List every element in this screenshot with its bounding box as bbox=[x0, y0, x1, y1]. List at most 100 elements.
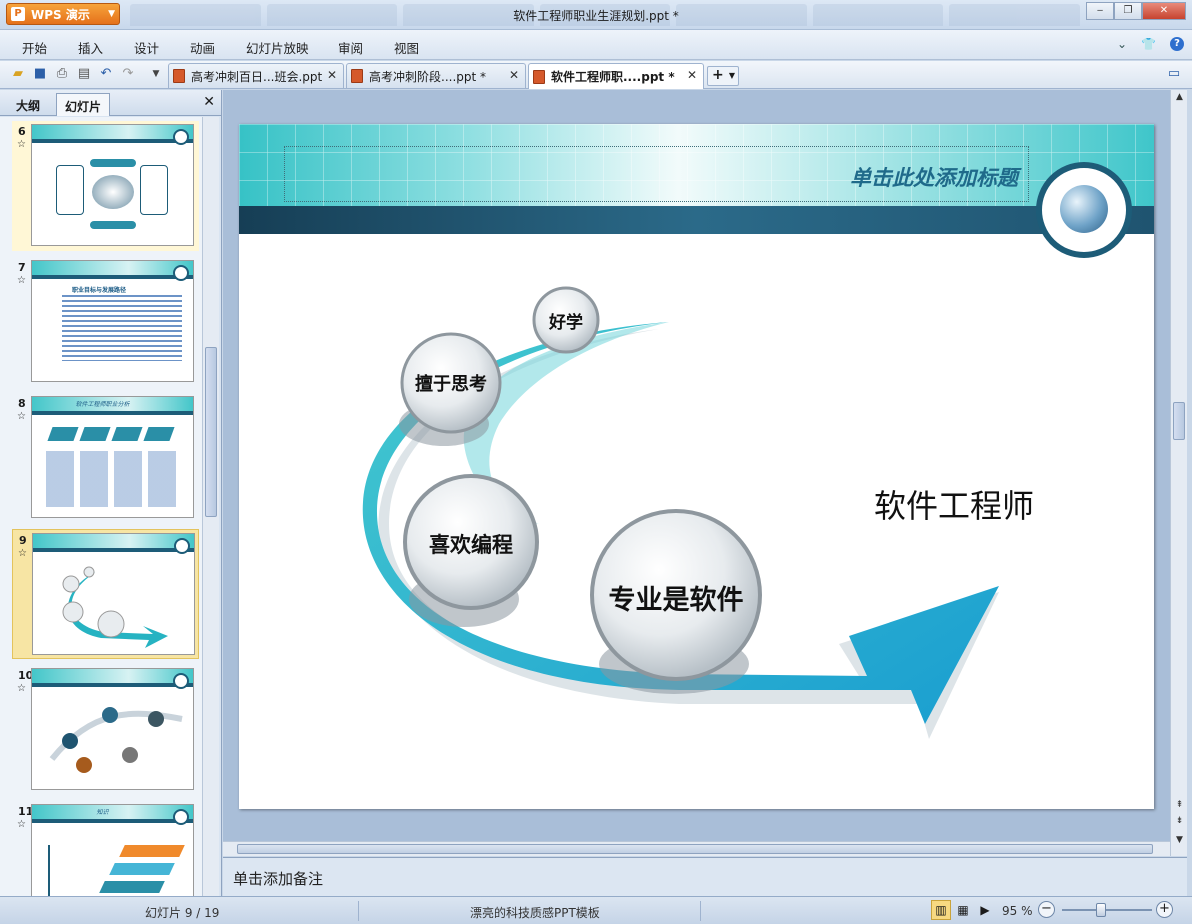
chevron-down-icon: ▼ bbox=[728, 71, 735, 80]
thumbnail-slide-7[interactable]: 7 ☆ 职业目标与发展路径 bbox=[12, 257, 199, 387]
new-tab-button[interactable]: + ▼ bbox=[707, 66, 739, 86]
scroll-thumb[interactable] bbox=[237, 844, 1153, 854]
doc-tab-3-active[interactable]: 软件工程师职....ppt * ✕ bbox=[528, 63, 704, 89]
slide-thumbnail-image bbox=[32, 533, 195, 655]
zoom-in-button[interactable]: + bbox=[1156, 901, 1173, 918]
slideshow-view-icon[interactable]: ▶ bbox=[975, 900, 995, 920]
status-bar: 幻灯片 9 / 19 漂亮的科技质感PPT模板 ▥ ▦ ▶ 95 % − + bbox=[0, 896, 1192, 924]
pane-tabs: 大纲 幻灯片 ✕ bbox=[0, 90, 221, 116]
scroll-thumb[interactable] bbox=[205, 347, 217, 517]
thumb-heading: 软件工程师职业分析 bbox=[75, 401, 130, 408]
slide-number: 9 bbox=[19, 534, 27, 547]
slide-editor: 单击此处添加标题 好学 擅于思考 喜欢编程 专业是软件 软件工程师 bbox=[223, 90, 1170, 856]
slide-thumbnail-image: 软件工程师职业分析 bbox=[31, 396, 194, 518]
print-preview-icon[interactable]: ▤ bbox=[76, 66, 92, 82]
thumbnail-scrollbar[interactable] bbox=[202, 117, 219, 896]
thumbnail-slide-9-selected[interactable]: 9 ☆ bbox=[12, 529, 199, 659]
undo-icon[interactable]: ↶ bbox=[98, 66, 114, 82]
zoom-slider-handle[interactable] bbox=[1096, 903, 1106, 917]
quick-toolbar: ▰ ■ ⎙ ▤ ↶ ↷ ▼ 高考冲刺百日...班会.ppt ✕ 高考冲刺阶段..… bbox=[0, 61, 1192, 89]
scroll-thumb[interactable] bbox=[1173, 402, 1185, 440]
menu-insert[interactable]: 插入 bbox=[78, 38, 103, 57]
slide-pane: 大纲 幻灯片 ✕ 6 ☆ 7 ☆ 职业目标与发展路径 8 ☆ 软件工程师职业分析… bbox=[0, 90, 222, 896]
bubble-software-major[interactable]: 专业是软件 bbox=[596, 578, 756, 617]
redo-icon[interactable]: ↷ bbox=[120, 66, 136, 82]
slide-thumbnail-image bbox=[31, 668, 194, 790]
animation-star-icon: ☆ bbox=[17, 411, 26, 422]
prev-slide-icon[interactable]: ⇞ bbox=[1171, 800, 1188, 810]
ppt-file-icon bbox=[533, 69, 545, 84]
slide-number: 8 bbox=[18, 397, 26, 410]
animation-star-icon: ☆ bbox=[17, 683, 26, 694]
help-icon[interactable]: ? bbox=[1170, 37, 1184, 51]
thumbnail-slide-10[interactable]: 10 ☆ bbox=[12, 665, 199, 795]
menu-animation[interactable]: 动画 bbox=[190, 38, 215, 57]
close-tab-icon[interactable]: ✕ bbox=[509, 68, 519, 82]
slide-number: 7 bbox=[18, 261, 26, 274]
animation-star-icon: ☆ bbox=[18, 548, 27, 559]
slide-thumbnail-image: 职业目标与发展路径 bbox=[31, 260, 194, 382]
doc-tab-2[interactable]: 高考冲刺阶段....ppt * ✕ bbox=[346, 63, 526, 88]
collapse-ribbon-icon[interactable]: ⌄ bbox=[1117, 37, 1127, 51]
window-layout-icon[interactable]: ▭ bbox=[1166, 66, 1182, 82]
editor-horizontal-scrollbar[interactable] bbox=[223, 841, 1170, 856]
customize-toolbar-icon[interactable]: ▼ bbox=[148, 66, 164, 82]
open-folder-icon[interactable]: ▰ bbox=[10, 66, 26, 82]
tab-outline[interactable]: 大纲 bbox=[8, 93, 48, 116]
thumbnail-slide-11[interactable]: 11 ☆ 知识 bbox=[12, 801, 199, 896]
zoom-out-button[interactable]: − bbox=[1038, 901, 1055, 918]
slide-sorter-icon[interactable]: ▦ bbox=[953, 900, 973, 920]
template-name: 漂亮的科技质感PPT模板 bbox=[470, 906, 600, 920]
animation-star-icon: ☆ bbox=[17, 275, 26, 286]
menu-view[interactable]: 视图 bbox=[394, 38, 419, 57]
swoosh-arrow-diagram bbox=[362, 286, 999, 739]
bubble-likes-programming[interactable]: 喜欢编程 bbox=[411, 529, 531, 559]
bubble-good-learner[interactable]: 好学 bbox=[536, 308, 596, 333]
close-pane-icon[interactable]: ✕ bbox=[203, 94, 215, 110]
software-engineer-label[interactable]: 软件工程师 bbox=[849, 481, 1059, 527]
bubble-good-thinker[interactable]: 擅于思考 bbox=[401, 370, 501, 396]
close-tab-icon[interactable]: ✕ bbox=[687, 68, 697, 82]
menu-slideshow[interactable]: 幻灯片放映 bbox=[246, 38, 309, 57]
ppt-file-icon bbox=[351, 69, 363, 83]
close-tab-icon[interactable]: ✕ bbox=[327, 68, 337, 82]
slide-thumbnail-image bbox=[31, 124, 194, 246]
slide-thumbnail-image: 知识 bbox=[31, 804, 194, 896]
notes-placeholder: 单击添加备注 bbox=[233, 870, 324, 888]
save-icon[interactable]: ■ bbox=[32, 66, 48, 82]
normal-view-icon[interactable]: ▥ bbox=[931, 900, 951, 920]
restore-button[interactable]: ❐ bbox=[1114, 2, 1142, 20]
next-slide-icon[interactable]: ⇟ bbox=[1171, 816, 1188, 826]
animation-star-icon: ☆ bbox=[17, 819, 26, 830]
minimize-button[interactable]: ‒ bbox=[1086, 2, 1114, 20]
editor-vertical-scrollbar[interactable]: ▲ ⇞ ⇟ ▼ bbox=[1170, 90, 1187, 856]
doc-tab-1[interactable]: 高考冲刺百日...班会.ppt ✕ bbox=[168, 63, 344, 88]
menu-design[interactable]: 设计 bbox=[134, 38, 159, 57]
animation-star-icon: ☆ bbox=[17, 139, 26, 150]
title-bar: P WPS 演示 ▼ 软件工程师职业生涯规划.ppt * ‒ ❐ ✕ bbox=[0, 0, 1192, 30]
window-title: 软件工程师职业生涯规划.ppt * bbox=[513, 9, 679, 23]
doc-tab-label: 高考冲刺阶段....ppt * bbox=[369, 69, 487, 84]
thumb-heading: 知识 bbox=[96, 809, 109, 816]
skin-shirt-icon[interactable]: 👕 bbox=[1141, 37, 1156, 51]
thumb-heading: 职业目标与发展路径 bbox=[72, 287, 127, 294]
zoom-level: 95 % bbox=[1002, 904, 1033, 918]
print-icon[interactable]: ⎙ bbox=[54, 66, 70, 82]
doc-tab-label: 高考冲刺百日...班会.ppt bbox=[191, 69, 323, 84]
thumbnail-list: 6 ☆ 7 ☆ 职业目标与发展路径 8 ☆ 软件工程师职业分析 9 ☆ 10 ☆… bbox=[0, 117, 202, 896]
notes-pane[interactable]: 单击添加备注 bbox=[223, 857, 1187, 896]
slide-number: 6 bbox=[18, 125, 26, 138]
thumbnail-slide-8[interactable]: 8 ☆ 软件工程师职业分析 bbox=[12, 393, 199, 523]
tab-slides[interactable]: 幻灯片 bbox=[56, 93, 111, 116]
menu-home[interactable]: 开始 bbox=[22, 38, 47, 57]
menu-review[interactable]: 审阅 bbox=[338, 38, 363, 57]
scroll-up-icon[interactable]: ▲ bbox=[1171, 92, 1188, 102]
thumbnail-slide-6[interactable]: 6 ☆ bbox=[12, 121, 199, 251]
menu-bar: 开始 插入 设计 动画 幻灯片放映 审阅 视图 ⌄ 👕 ? bbox=[0, 30, 1192, 60]
slide-canvas[interactable]: 单击此处添加标题 好学 擅于思考 喜欢编程 专业是软件 软件工程师 bbox=[239, 124, 1154, 809]
scroll-down-icon[interactable]: ▼ bbox=[1171, 835, 1188, 845]
zoom-slider-track[interactable] bbox=[1062, 909, 1152, 911]
close-button[interactable]: ✕ bbox=[1142, 2, 1186, 20]
doc-tab-label: 软件工程师职....ppt * bbox=[551, 70, 675, 84]
slide-counter: 幻灯片 9 / 19 bbox=[145, 906, 220, 920]
